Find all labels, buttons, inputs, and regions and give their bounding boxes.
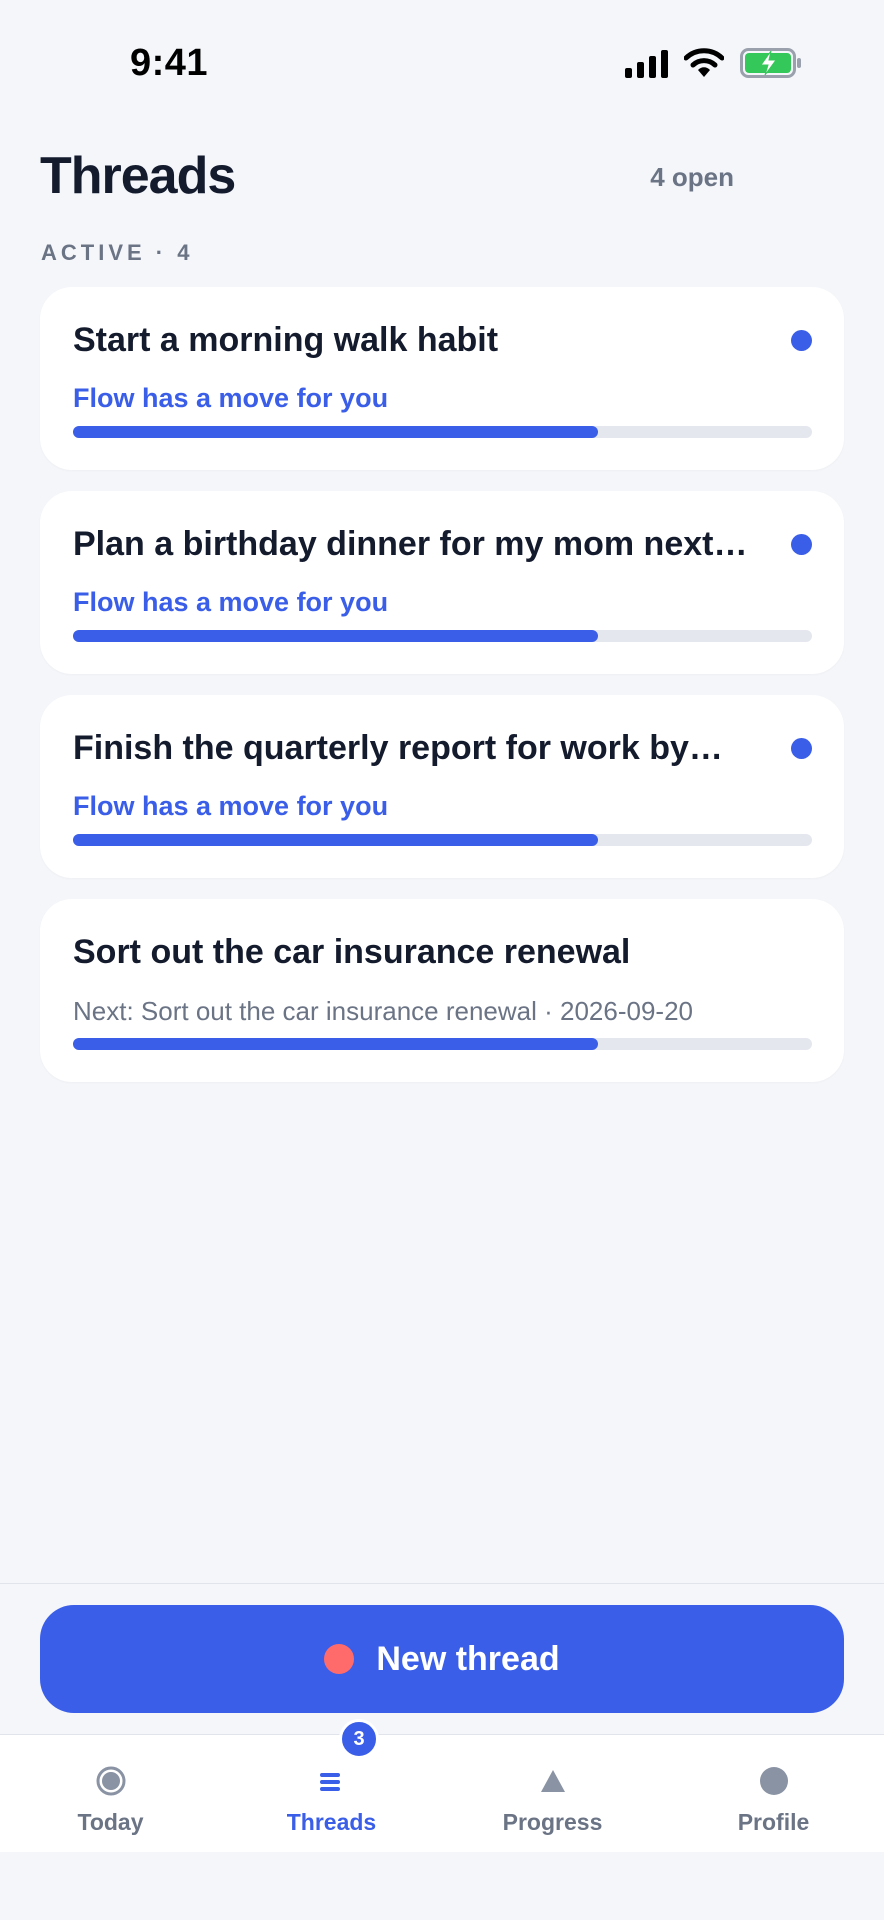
open-count: 4 open (650, 162, 734, 192)
thread-move-hint: Flow has a move for you (73, 791, 389, 821)
record-dot-icon (324, 1644, 355, 1674)
threads-badge: 3 (339, 1719, 379, 1759)
wifi-icon (684, 48, 724, 77)
page-header: Threads 4 open (40, 140, 844, 220)
today-circle-icon (96, 1766, 125, 1796)
thread-title: Finish the quarterly report for work by… (73, 729, 723, 767)
unread-dot-icon (791, 738, 812, 759)
thread-progress-bar (73, 1038, 812, 1050)
thread-progress-bar (73, 426, 812, 438)
unread-dot-icon (791, 330, 812, 351)
status-time: 9:41 (130, 42, 209, 84)
thread-card[interactable]: Plan a birthday dinner for my mom next… … (40, 491, 844, 674)
thread-title: Plan a birthday dinner for my mom next… (73, 525, 748, 563)
thread-card[interactable]: Start a morning walk habit Flow has a mo… (40, 287, 844, 470)
section-label-active: ACTIVE · 4 (41, 240, 194, 265)
tab-label: Today (77, 1809, 144, 1835)
tab-label: Profile (737, 1809, 810, 1835)
thread-card[interactable]: Sort out the car insurance renewal Next:… (40, 899, 844, 1082)
tab-label: Progress (502, 1809, 603, 1835)
new-thread-button[interactable]: New thread (40, 1605, 844, 1713)
status-icons (625, 48, 802, 78)
home-indicator-area (0, 1852, 884, 1920)
tab-profile[interactable]: Profile (663, 1735, 884, 1853)
thread-list: Start a morning walk habit Flow has a mo… (40, 287, 844, 1103)
thread-progress-fill (73, 1038, 598, 1050)
tab-bar: Today 3 Threads Progress Profile (0, 1719, 884, 1853)
tab-label: Threads (286, 1809, 377, 1835)
thread-progress-bar (73, 630, 812, 642)
thread-progress-fill (73, 426, 598, 438)
thread-title: Sort out the car insurance renewal (73, 933, 631, 971)
thread-move-hint: Flow has a move for you (73, 587, 389, 617)
thread-progress-fill (73, 834, 598, 846)
page-title: Threads (40, 147, 236, 205)
battery-charging-icon (740, 48, 801, 78)
divider (0, 1583, 884, 1584)
threads-list-icon (319, 1773, 340, 1791)
thread-card[interactable]: Finish the quarterly report for work by…… (40, 695, 844, 878)
status-bar: 9:41 (0, 0, 884, 130)
tab-progress[interactable]: Progress (442, 1735, 663, 1853)
cellular-signal-icon (625, 48, 668, 78)
unread-dot-icon (791, 534, 812, 555)
progress-triangle-icon (540, 1770, 565, 1792)
thread-progress-bar (73, 834, 812, 846)
profile-circle-icon (759, 1767, 788, 1795)
thread-title: Start a morning walk habit (73, 321, 499, 359)
tab-today[interactable]: Today (0, 1735, 221, 1853)
thread-progress-fill (73, 630, 598, 642)
tab-threads[interactable]: 3 Threads (221, 1719, 442, 1853)
new-thread-label: New thread (376, 1639, 560, 1678)
thread-next-step: Next: Sort out the car insurance renewal… (73, 996, 694, 1026)
thread-move-hint: Flow has a move for you (73, 383, 389, 413)
